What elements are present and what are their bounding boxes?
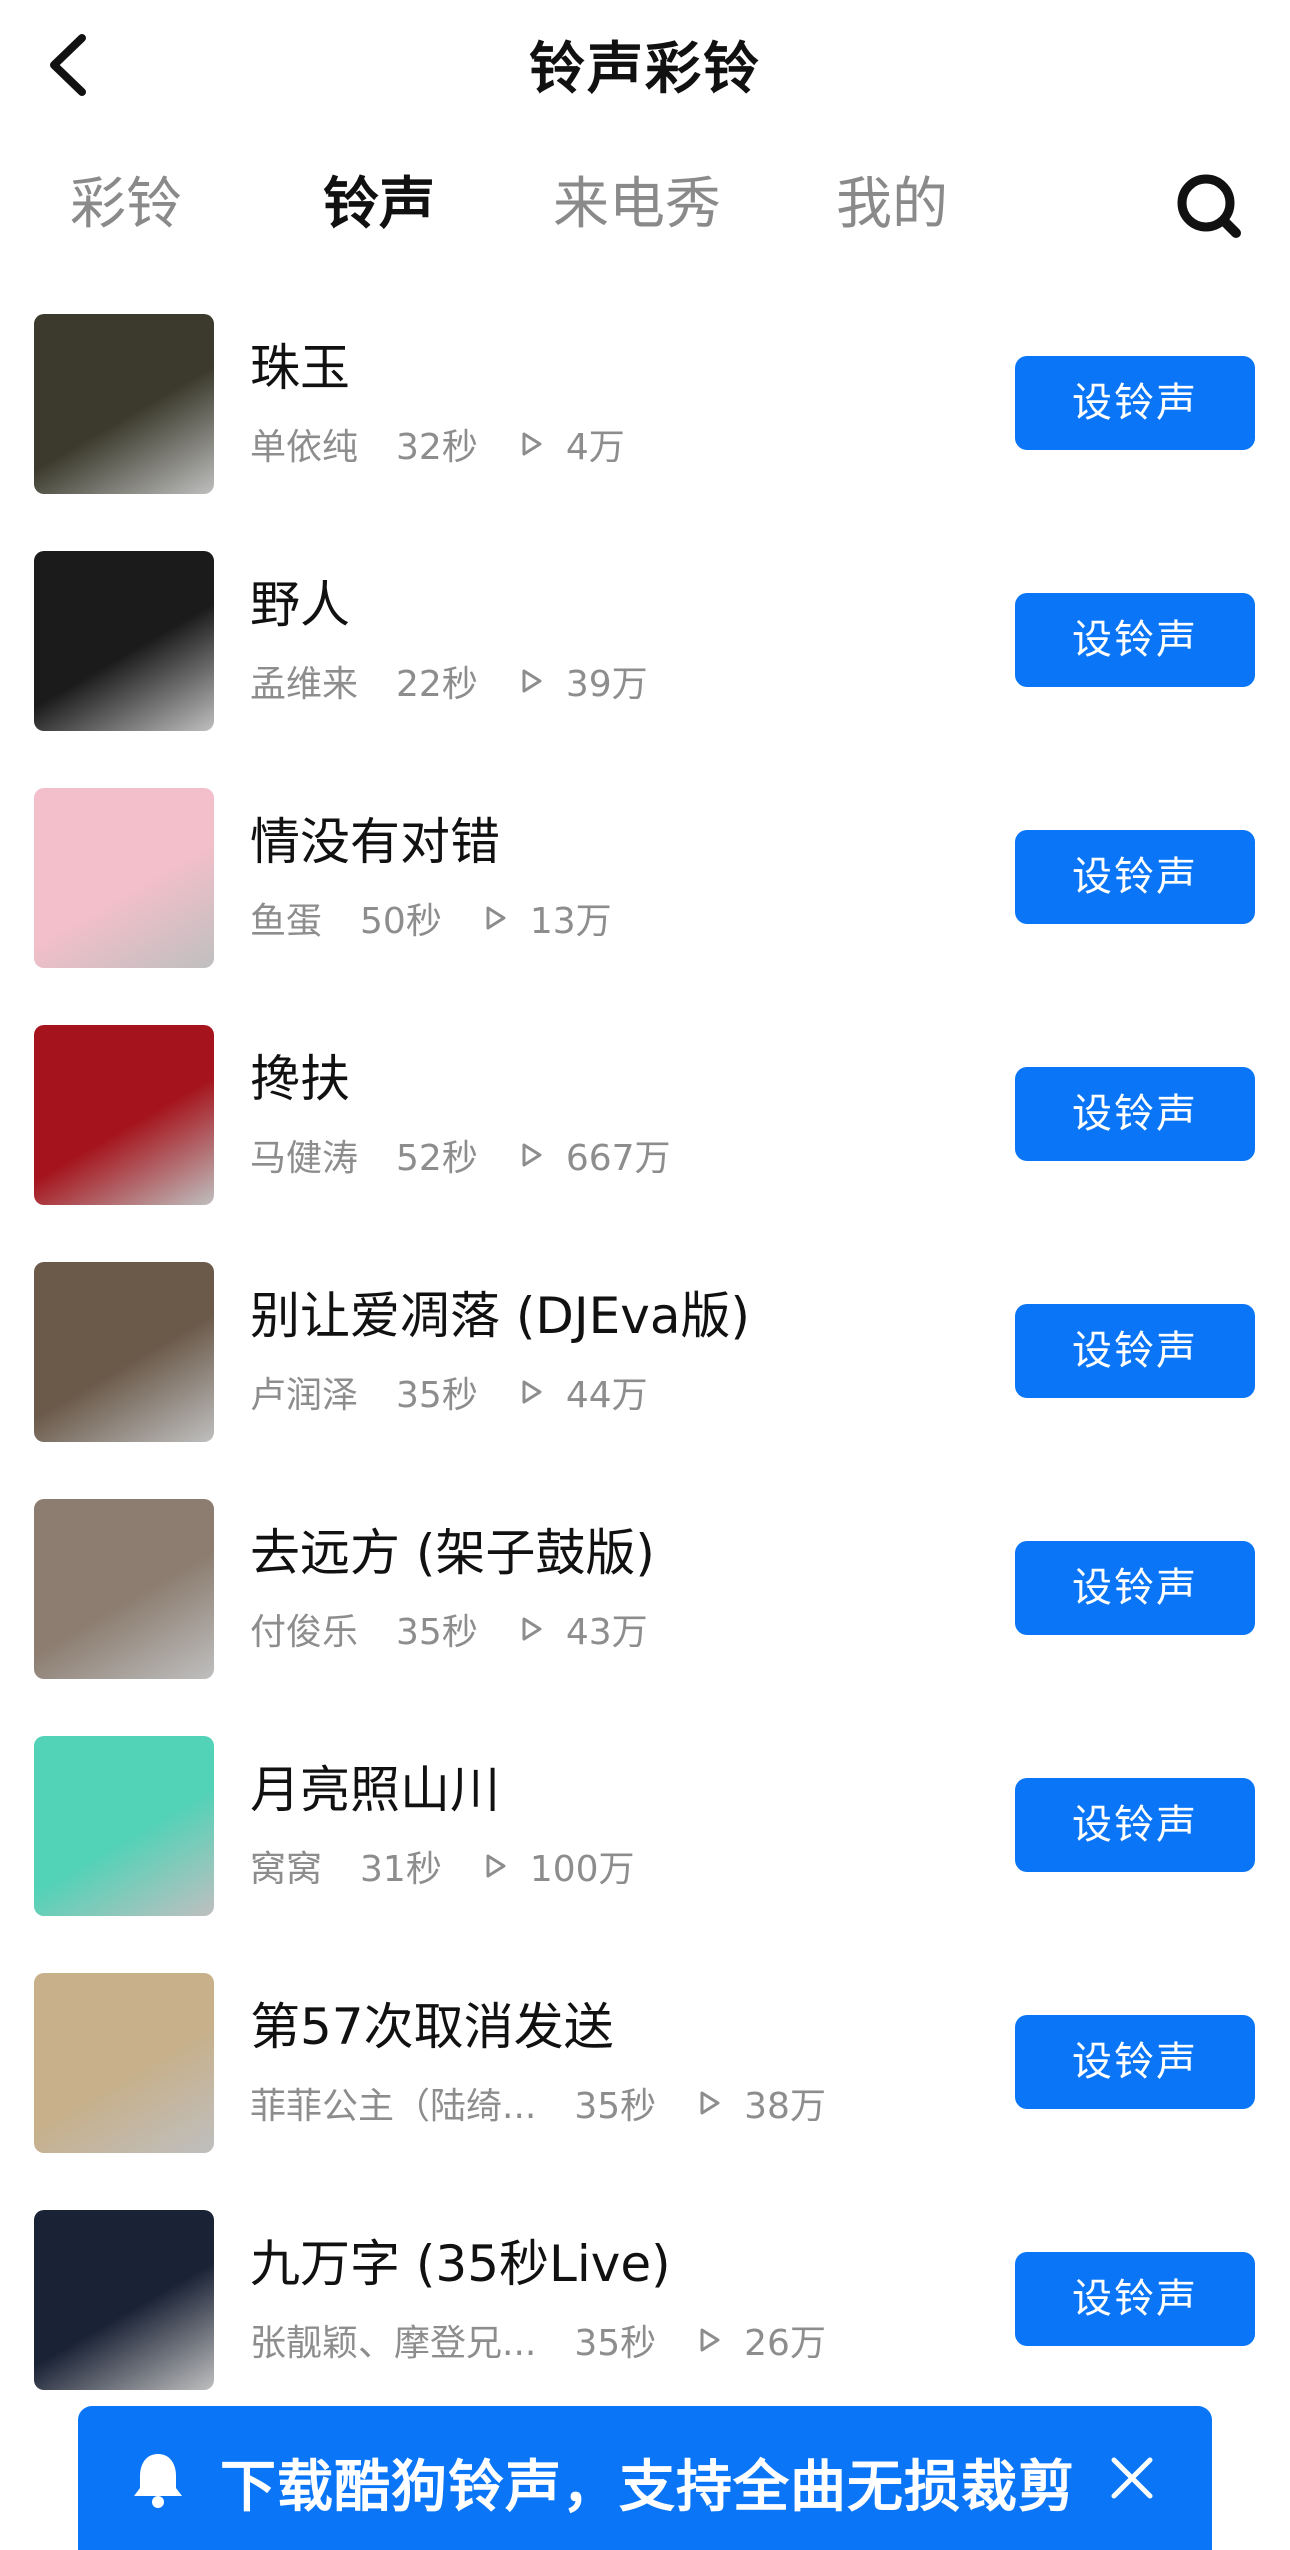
play-count: 26万	[744, 2323, 826, 2364]
play-icon	[486, 906, 506, 930]
play-count: 4万	[565, 427, 625, 468]
cover-image[interactable]	[34, 2210, 214, 2390]
song-meta: 窝窝 31秒 100万	[250, 1840, 635, 1892]
song-meta: 付俊乐 35秒 43万	[250, 1603, 648, 1655]
artist-name: 窝窝	[250, 1849, 323, 1890]
song-meta: 菲菲公主（陆绮... 35秒 38万	[250, 2077, 826, 2129]
duration: 35秒	[574, 2323, 657, 2364]
tab-mine[interactable]: 我的	[836, 150, 948, 260]
list-item[interactable]: 情没有对错 鱼蛋 50秒 13万 设铃声	[0, 774, 1290, 1014]
set-ringtone-button[interactable]: 设铃声	[1015, 2252, 1255, 2346]
cover-image[interactable]	[34, 1262, 214, 1442]
cover-image[interactable]	[34, 314, 214, 494]
song-title: 去远方 (架子鼓版)	[250, 1524, 655, 1582]
cover-image[interactable]	[34, 551, 214, 731]
song-title: 珠玉	[250, 339, 350, 397]
top-bar: 铃声彩铃	[0, 0, 1290, 130]
play-icon	[700, 2328, 720, 2352]
play-count: 13万	[529, 901, 612, 942]
duration: 35秒	[574, 2086, 657, 2127]
song-meta: 鱼蛋 50秒 13万	[250, 892, 612, 944]
cover-image[interactable]	[34, 1499, 214, 1679]
play-icon	[522, 1380, 542, 1404]
tab-caling[interactable]: 彩铃	[70, 150, 182, 260]
banner-text: 下载酷狗铃声，支持全曲无损裁剪	[220, 2455, 1075, 2520]
play-icon	[522, 1143, 542, 1167]
set-ringtone-button[interactable]: 设铃声	[1015, 830, 1255, 924]
song-title: 野人	[250, 576, 350, 634]
set-ringtone-button[interactable]: 设铃声	[1015, 1778, 1255, 1872]
play-icon	[522, 669, 542, 693]
song-meta: 孟维来 22秒 39万	[250, 655, 648, 707]
play-count: 43万	[565, 1612, 648, 1653]
duration: 50秒	[360, 901, 442, 942]
search-button[interactable]	[1170, 165, 1250, 245]
cover-image[interactable]	[34, 1025, 214, 1205]
song-meta: 卢润泽 35秒 44万	[250, 1366, 648, 1418]
song-title: 情没有对错	[250, 813, 500, 871]
tab-laidianxiu[interactable]: 来电秀	[553, 150, 721, 260]
set-ringtone-button[interactable]: 设铃声	[1015, 1304, 1255, 1398]
play-count: 38万	[744, 2086, 826, 2127]
song-title: 搀扶	[250, 1050, 350, 1108]
duration: 31秒	[360, 1849, 442, 1890]
play-icon	[700, 2091, 720, 2115]
list-item[interactable]: 搀扶 马健涛 52秒 667万 设铃声	[0, 1011, 1290, 1251]
download-banner[interactable]: 下载酷狗铃声，支持全曲无损裁剪	[78, 2406, 1212, 2550]
play-icon	[522, 1617, 542, 1641]
artist-name: 鱼蛋	[250, 901, 323, 942]
song-title: 别让爱凋落 (DJEva版)	[250, 1287, 750, 1345]
set-ringtone-button[interactable]: 设铃声	[1015, 1541, 1255, 1635]
song-title: 月亮照山川	[250, 1761, 500, 1819]
artist-name: 张靓颖、摩登兄...	[250, 2323, 537, 2364]
artist-name: 菲菲公主（陆绮...	[250, 2086, 537, 2127]
list-item[interactable]: 九万字 (35秒Live) 张靓颖、摩登兄... 35秒 26万 设铃声	[0, 2196, 1290, 2436]
song-meta: 马健涛 52秒 667万	[250, 1129, 671, 1181]
duration: 22秒	[396, 664, 478, 705]
duration: 35秒	[396, 1612, 478, 1653]
play-count: 667万	[565, 1138, 671, 1179]
song-meta: 单依纯 32秒 4万	[250, 418, 625, 470]
tab-lingsheng[interactable]: 铃声	[323, 150, 435, 260]
banner-close-button[interactable]	[1104, 2450, 1160, 2506]
list-item[interactable]: 别让爱凋落 (DJEva版) 卢润泽 35秒 44万 设铃声	[0, 1248, 1290, 1488]
song-title: 第57次取消发送	[250, 1998, 614, 2056]
page-title: 铃声彩铃	[529, 37, 761, 102]
tab-bar: 彩铃 铃声 来电秀 我的	[0, 150, 1290, 260]
list-item[interactable]: 第57次取消发送 菲菲公主（陆绮... 35秒 38万 设铃声	[0, 1959, 1290, 2199]
duration: 32秒	[396, 427, 478, 468]
set-ringtone-button[interactable]: 设铃声	[1015, 356, 1255, 450]
artist-name: 单依纯	[250, 427, 359, 468]
song-title: 九万字 (35秒Live)	[250, 2235, 671, 2293]
artist-name: 付俊乐	[250, 1612, 359, 1653]
play-count: 44万	[565, 1375, 648, 1416]
cover-image[interactable]	[34, 788, 214, 968]
duration: 35秒	[396, 1375, 478, 1416]
close-icon	[1111, 2457, 1153, 2499]
play-count: 39万	[565, 664, 648, 705]
play-count: 100万	[529, 1849, 635, 1890]
list-item[interactable]: 野人 孟维来 22秒 39万 设铃声	[0, 537, 1290, 777]
play-icon	[486, 1854, 506, 1878]
bell-icon	[134, 2454, 182, 2508]
artist-name: 卢润泽	[250, 1375, 359, 1416]
set-ringtone-button[interactable]: 设铃声	[1015, 1067, 1255, 1161]
cover-image[interactable]	[34, 1973, 214, 2153]
artist-name: 孟维来	[250, 664, 359, 705]
list-item[interactable]: 珠玉 单依纯 32秒 4万 设铃声	[0, 300, 1290, 540]
song-meta: 张靓颖、摩登兄... 35秒 26万	[250, 2314, 826, 2366]
duration: 52秒	[396, 1138, 478, 1179]
set-ringtone-button[interactable]: 设铃声	[1015, 2015, 1255, 2109]
list-item[interactable]: 去远方 (架子鼓版) 付俊乐 35秒 43万 设铃声	[0, 1485, 1290, 1725]
cover-image[interactable]	[34, 1736, 214, 1916]
search-icon	[1177, 174, 1241, 238]
set-ringtone-button[interactable]: 设铃声	[1015, 593, 1255, 687]
list-item[interactable]: 月亮照山川 窝窝 31秒 100万 设铃声	[0, 1722, 1290, 1962]
play-icon	[522, 432, 542, 456]
artist-name: 马健涛	[250, 1138, 359, 1179]
